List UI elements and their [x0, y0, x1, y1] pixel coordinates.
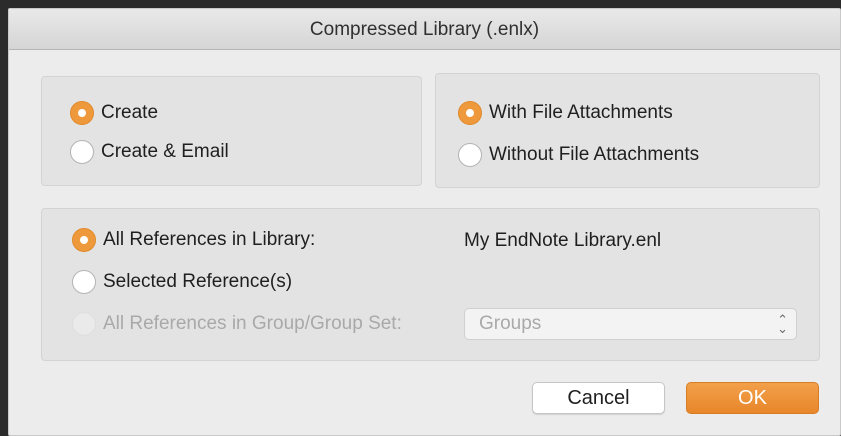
radio-with-attachments[interactable]: With File Attachments	[458, 101, 673, 125]
groups-select: Groups ⌃ ⌄	[464, 308, 797, 340]
groups-select-value: Groups	[479, 313, 542, 334]
radio-with-attachments-label: With File Attachments	[489, 102, 673, 123]
radio-unselected-icon[interactable]	[458, 143, 482, 167]
chevron-up-down-icon: ⌃ ⌄	[777, 312, 788, 336]
attachments-group: With File Attachments Without File Attac…	[435, 73, 820, 188]
radio-selected-icon[interactable]	[70, 101, 94, 125]
radio-selected-references-label: Selected Reference(s)	[103, 271, 293, 292]
radio-selected-icon[interactable]	[72, 228, 96, 252]
radio-unselected-icon[interactable]	[70, 140, 94, 164]
ok-button[interactable]: OK	[686, 382, 819, 414]
radio-group-references: All References in Group/Group Set:	[72, 312, 402, 336]
radio-without-attachments[interactable]: Without File Attachments	[458, 143, 699, 167]
library-name: My EndNote Library.enl	[464, 230, 662, 251]
radio-selected-icon[interactable]	[458, 101, 482, 125]
radio-disabled-icon	[72, 312, 96, 336]
radio-all-references[interactable]: All References in Library:	[72, 228, 315, 252]
dialog-title: Compressed Library (.enlx)	[9, 9, 840, 50]
action-group: Create Create & Email	[41, 76, 422, 186]
radio-create-email[interactable]: Create & Email	[70, 140, 229, 164]
references-group: All References in Library: My EndNote Li…	[41, 208, 820, 361]
radio-all-references-label: All References in Library:	[103, 229, 316, 250]
compressed-library-dialog: Compressed Library (.enlx) Create Create…	[8, 8, 841, 436]
radio-create-email-label: Create & Email	[101, 141, 229, 162]
radio-unselected-icon[interactable]	[72, 270, 96, 294]
radio-create-label: Create	[101, 102, 159, 123]
cancel-button[interactable]: Cancel	[532, 382, 665, 414]
radio-group-references-label: All References in Group/Group Set:	[103, 313, 402, 334]
radio-create[interactable]: Create	[70, 101, 158, 125]
radio-selected-references[interactable]: Selected Reference(s)	[72, 270, 292, 294]
radio-without-attachments-label: Without File Attachments	[489, 144, 700, 165]
